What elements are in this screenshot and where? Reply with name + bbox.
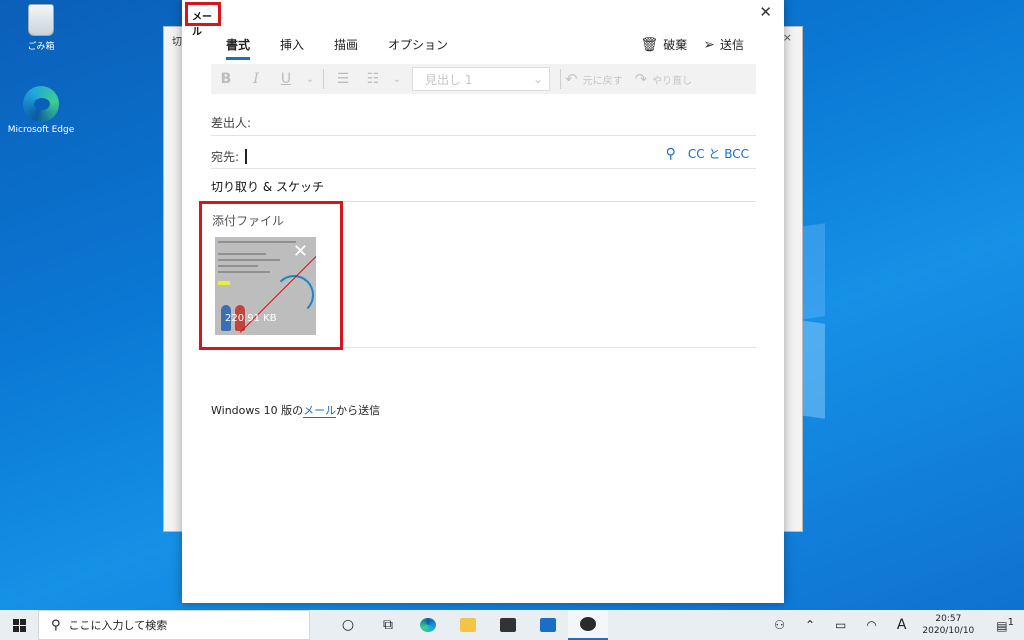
cortana-icon[interactable]: ○ (328, 610, 368, 640)
send-button[interactable]: ➢ 送信 (703, 36, 744, 53)
thumb-pen-stroke (274, 275, 314, 315)
send-icon: ➢ (703, 36, 715, 53)
battery-icon[interactable]: ▭ (835, 618, 846, 632)
to-label: 宛先: (211, 150, 240, 164)
attachments-label: 添付ファイル (212, 214, 285, 228)
snip-window-close-icon[interactable]: × (783, 31, 792, 44)
format-toolbar: B I U ⌄ ☰ ☷ ⌄ 見出し 1 ⌄ ↶ 元に戻す ↷ やり直し (211, 64, 756, 94)
chevron-down-icon: ⌄ (532, 72, 543, 86)
edge-taskbar-icon[interactable] (408, 610, 448, 640)
bold-button[interactable]: B (211, 71, 241, 87)
clock-date: 2020/10/10 (922, 626, 975, 636)
clock-time: 20:57 (935, 614, 962, 624)
tab-options[interactable]: オプション (388, 36, 448, 60)
subject-field[interactable]: 切り取り & スケッチ (211, 178, 756, 202)
thumb-text-line (218, 259, 280, 261)
bullet-list-icon[interactable]: ☰ (328, 71, 358, 87)
signature: Windows 10 版のメールから送信 (211, 402, 380, 418)
redo-button[interactable]: ↷ やり直し (635, 70, 693, 88)
search-icon: ⚲ (51, 617, 61, 633)
wifi-icon[interactable]: ◠ (866, 618, 876, 632)
clock[interactable]: 20:57 2020/10/10 (922, 613, 974, 637)
discard-button[interactable]: 🗑 破棄 (640, 36, 687, 53)
text-cursor (245, 149, 248, 164)
mail-link[interactable]: メール (303, 404, 337, 418)
start-button[interactable] (0, 610, 38, 640)
ribbon-tabs: 書式 挿入 描画 オプション (226, 36, 478, 60)
thumb-text-line (218, 265, 258, 267)
undo-button[interactable]: ↶ 元に戻す (565, 70, 623, 88)
recycle-bin-label: ごみ箱 (27, 42, 55, 52)
edge-icon (23, 86, 59, 122)
toolbar-divider (560, 69, 561, 89)
thumb-text-line (218, 271, 270, 273)
store-icon[interactable] (488, 610, 528, 640)
search-placeholder: ここに入力して検索 (68, 619, 168, 632)
notification-count: 1 (1007, 617, 1014, 628)
thumb-text-line (218, 253, 266, 255)
ime-indicator[interactable]: A (897, 617, 907, 633)
italic-button[interactable]: I (241, 71, 271, 87)
attachments-section: 添付ファイル ✕ 220.91 KB (199, 201, 343, 350)
taskbar-apps: ○ ⧉ (328, 610, 608, 640)
thumb-text-line (218, 241, 296, 243)
redo-label: やり直し (652, 75, 693, 87)
trash-icon: 🗑 (640, 36, 659, 53)
chevron-down-icon[interactable]: ⌄ (301, 74, 319, 85)
signature-prefix: Windows 10 版の (211, 404, 304, 417)
taskbar: ⚲ ここに入力して検索 ○ ⧉ ⚇ ⌃ ▭ ◠ A 20:57 2020/10/… (0, 610, 1024, 640)
undo-icon: ↶ (565, 70, 578, 88)
attachment-thumbnail[interactable]: ✕ 220.91 KB (215, 237, 316, 335)
desktop-light-ray (800, 320, 825, 419)
cc-bcc-label: CC と BCC (687, 147, 749, 161)
windows-logo-icon (12, 618, 26, 632)
from-field[interactable]: 差出人: (211, 114, 756, 136)
file-explorer-icon[interactable] (448, 610, 488, 640)
recycle-bin-icon (28, 4, 54, 36)
chevron-up-icon[interactable]: ⌃ (805, 618, 815, 632)
send-label: 送信 (719, 38, 744, 52)
system-tray: ⚇ ⌃ ▭ ◠ A 20:57 2020/10/10 ▤1 (764, 610, 1024, 640)
recycle-bin-desktop-icon[interactable]: ごみ箱 (6, 4, 76, 52)
numbered-list-icon[interactable]: ☷ (358, 71, 388, 87)
heading-style-value: 見出し 1 (425, 72, 473, 87)
remove-attachment-icon[interactable]: ✕ (293, 241, 308, 262)
person-icon[interactable]: ⚲ (666, 146, 676, 162)
underline-button[interactable]: U (271, 71, 301, 87)
attachment-size: 220.91 KB (225, 313, 277, 324)
close-icon[interactable]: ✕ (759, 3, 772, 21)
photos-taskbar-icon[interactable] (568, 610, 608, 640)
signature-suffix: から送信 (336, 404, 381, 417)
tab-format[interactable]: 書式 (226, 36, 251, 60)
desktop-light-ray (800, 223, 825, 320)
discard-label: 破棄 (663, 38, 688, 52)
notification-center-icon[interactable]: ▤1 (996, 617, 1014, 633)
redo-icon: ↷ (634, 70, 648, 88)
tab-insert[interactable]: 挿入 (280, 36, 304, 60)
compose-actions: 🗑 破棄 ➢ 送信 (624, 36, 744, 53)
people-icon[interactable]: ⚇ (774, 618, 785, 632)
task-view-icon[interactable]: ⧉ (368, 610, 408, 640)
mail-taskbar-icon[interactable] (528, 610, 568, 640)
cc-bcc-button[interactable]: ⚲ CC と BCC (666, 145, 749, 162)
tab-draw[interactable]: 描画 (334, 36, 358, 60)
thumb-highlight (218, 281, 230, 285)
chevron-down-icon[interactable]: ⌄ (388, 74, 406, 85)
edge-label: Microsoft Edge (7, 125, 75, 135)
taskbar-search-box[interactable]: ⚲ ここに入力して検索 (38, 610, 310, 640)
snip-window-title: 切 (172, 37, 182, 48)
toolbar-divider (323, 69, 324, 89)
from-label: 差出人: (211, 116, 252, 130)
subject-text: 切り取り & スケッチ (211, 180, 324, 194)
undo-label: 元に戻す (582, 75, 623, 87)
edge-desktop-icon[interactable]: Microsoft Edge (6, 86, 76, 135)
heading-style-select[interactable]: 見出し 1 ⌄ (412, 67, 550, 91)
mail-window-title: メール (185, 2, 221, 38)
to-field[interactable]: 宛先: ⚲ CC と BCC (211, 145, 756, 169)
